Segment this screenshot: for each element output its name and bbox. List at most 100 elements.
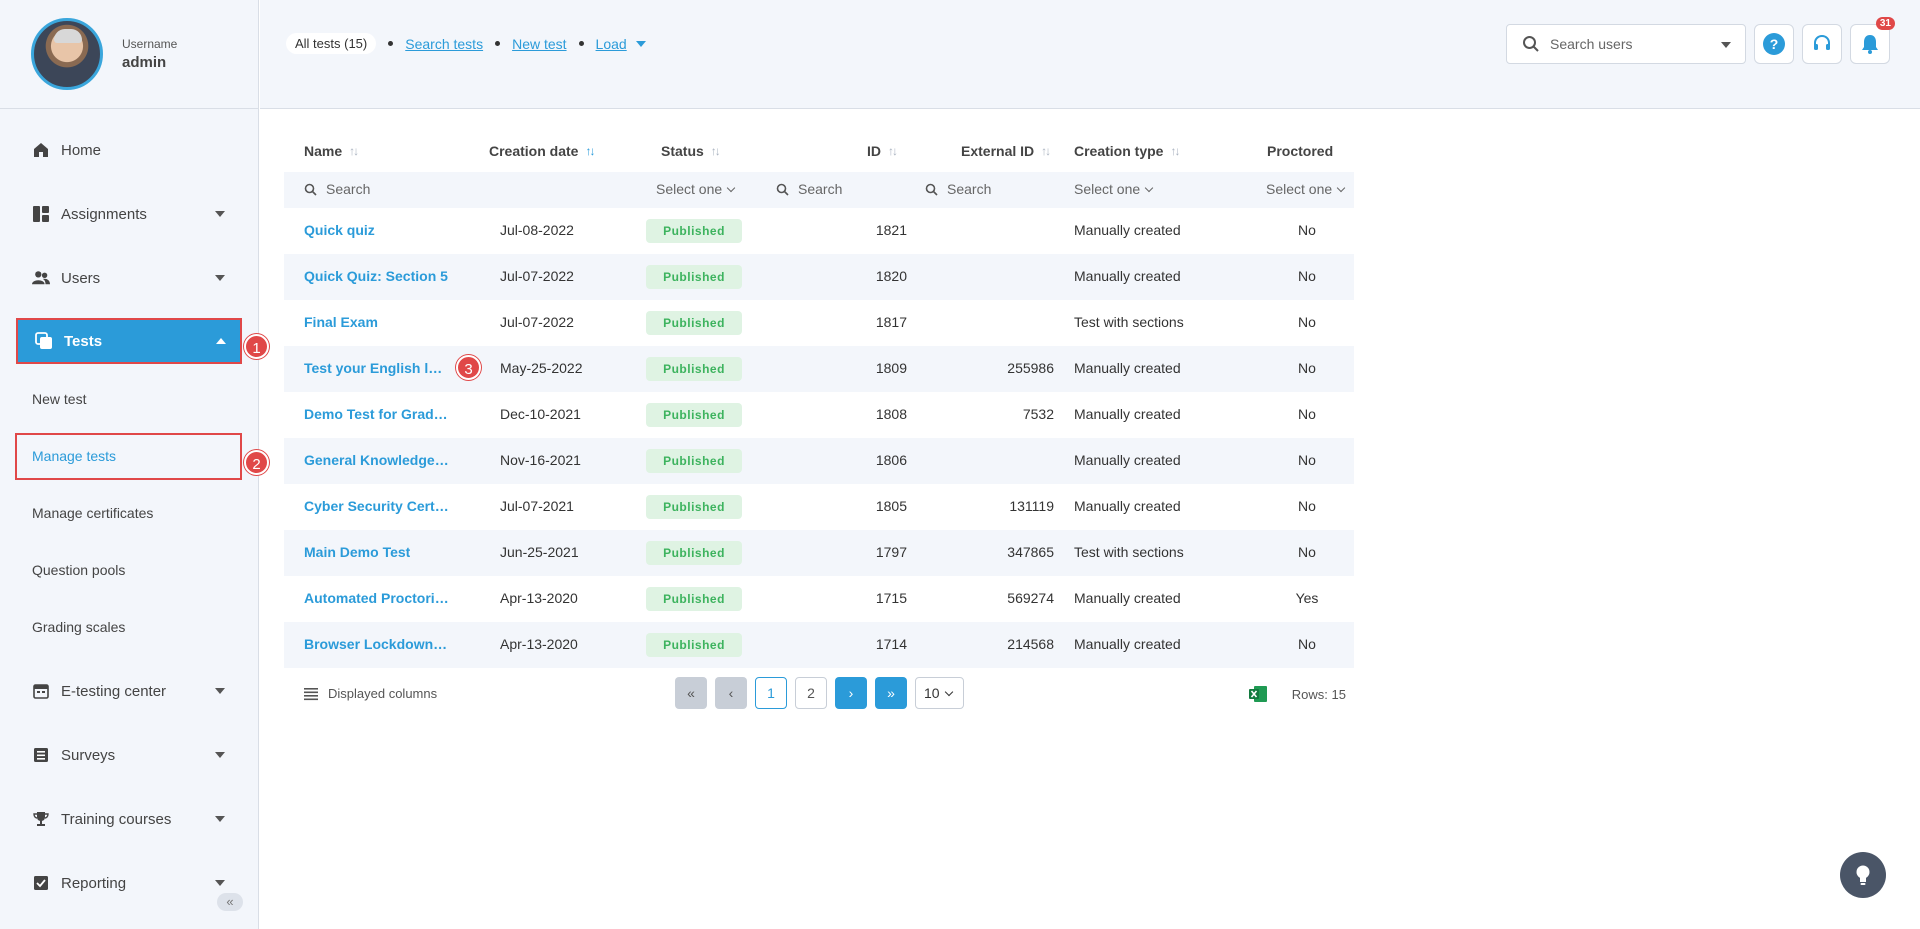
- sidebar-item-label: Training courses: [61, 810, 172, 828]
- separator-dot: [495, 41, 501, 46]
- chevron-down-icon: [215, 752, 225, 758]
- sidebar-item-label: Users: [61, 269, 101, 287]
- external-id-search-field[interactable]: Search: [925, 181, 991, 197]
- tips-button[interactable]: [1840, 852, 1886, 898]
- creation-date-cell: Jul-07-2022: [500, 268, 574, 284]
- creation-date-cell: Jun-25-2021: [500, 544, 579, 560]
- column-header-id[interactable]: ID ↑↓: [867, 143, 898, 159]
- help-button[interactable]: ?: [1754, 24, 1794, 64]
- test-name-link[interactable]: Quick quiz: [304, 222, 375, 238]
- list-icon: [304, 687, 318, 701]
- sidebar-item-training-courses[interactable]: Training courses: [0, 799, 259, 839]
- creation-type-cell: Manually created: [1074, 406, 1181, 422]
- headset-icon: [1812, 34, 1832, 54]
- id-search-field[interactable]: Search: [776, 181, 842, 197]
- column-header-creation-date[interactable]: Creation date ↑↓: [489, 143, 595, 159]
- test-name-link[interactable]: Main Demo Test: [304, 544, 410, 560]
- table-row[interactable]: Demo Test for Grading Dec-10-2021 Publishe…: [284, 392, 1354, 438]
- creation-type-cell: Manually created: [1074, 636, 1181, 652]
- sidebar-sub-grading-scales[interactable]: Grading scales: [32, 619, 125, 635]
- table-row[interactable]: Main Demo Test Jun-25-2021 Published 1797 34…: [284, 530, 1354, 576]
- new-test-link[interactable]: New test: [512, 36, 566, 52]
- table-row[interactable]: Automated Proctorin... Apr-13-2020 Publish…: [284, 576, 1354, 622]
- test-name-link[interactable]: Browser Lockdown D...: [304, 636, 449, 652]
- sidebar-sub-question-pools[interactable]: Question pools: [32, 562, 125, 578]
- test-name-link[interactable]: Quick Quiz: Section 5: [304, 268, 448, 284]
- page-size-select[interactable]: 10: [915, 677, 964, 709]
- sidebar-item-e-testing-center[interactable]: E-testing center: [0, 671, 259, 711]
- table-row[interactable]: Final Exam Jul-07-2022 Published 1817 Test w…: [284, 300, 1354, 346]
- sidebar-item-assignments[interactable]: Assignments: [0, 194, 259, 234]
- sidebar-sub-manage-tests[interactable]: Manage tests: [32, 448, 116, 464]
- name-search-field[interactable]: Search: [304, 181, 370, 197]
- status-badge: Published: [646, 633, 742, 657]
- creation-type-filter-select[interactable]: Select one: [1074, 181, 1154, 197]
- next-page-button[interactable]: ›: [835, 677, 867, 709]
- proctored-filter-select[interactable]: Select one: [1266, 181, 1346, 197]
- creation-date-cell: May-25-2022: [500, 360, 583, 376]
- test-name-link[interactable]: Test your English level: [304, 360, 449, 376]
- sidebar-item-tests[interactable]: Tests: [16, 318, 242, 364]
- survey-icon: [32, 746, 50, 764]
- first-page-button[interactable]: «: [675, 677, 707, 709]
- page-1-button[interactable]: 1: [755, 677, 787, 709]
- prev-page-button[interactable]: ‹: [715, 677, 747, 709]
- displayed-columns-button[interactable]: Displayed columns: [304, 686, 437, 701]
- column-header-status[interactable]: Status ↑↓: [661, 143, 721, 159]
- chevron-down-icon[interactable]: [635, 40, 646, 47]
- load-link[interactable]: Load: [596, 36, 627, 52]
- column-label: ID: [867, 143, 881, 159]
- avatar[interactable]: [31, 18, 103, 90]
- home-icon: [32, 141, 50, 159]
- table-row[interactable]: Browser Lockdown D... Apr-13-2020 Publishe…: [284, 622, 1354, 668]
- column-header-name[interactable]: Name ↑↓: [304, 143, 359, 159]
- notifications-button[interactable]: 31: [1850, 17, 1895, 64]
- external-id-cell: 255986: [1007, 360, 1054, 376]
- support-button[interactable]: [1802, 24, 1842, 64]
- user-info: Username admin: [122, 37, 177, 71]
- sidebar-item-label: Home: [61, 141, 102, 159]
- rows-count: Rows: 15: [1291, 687, 1346, 702]
- chevron-down-icon: [215, 880, 225, 886]
- id-cell: 1809: [875, 360, 907, 376]
- user-search-select[interactable]: Search users: [1506, 24, 1746, 64]
- id-cell: 1805: [875, 498, 907, 514]
- proctored-cell: No: [1298, 268, 1316, 284]
- sidebar-sub-new-test[interactable]: New test: [32, 391, 86, 407]
- separator-dot: [388, 41, 394, 46]
- sidebar-sub-manage-certificates[interactable]: Manage certificates: [32, 505, 153, 521]
- status-filter-select[interactable]: Select one: [656, 181, 736, 197]
- collapse-sidebar-button[interactable]: «: [217, 893, 243, 911]
- test-name-link[interactable]: Automated Proctorin...: [304, 590, 449, 606]
- sidebar-item-surveys[interactable]: Surveys: [0, 735, 259, 775]
- test-name-link[interactable]: Final Exam: [304, 314, 378, 330]
- sort-icon: ↑↓: [349, 144, 359, 158]
- page-2-button[interactable]: 2: [795, 677, 827, 709]
- last-page-button[interactable]: »: [875, 677, 907, 709]
- sidebar-item-home[interactable]: Home: [0, 130, 259, 170]
- table-row[interactable]: Cyber Security Certifi... Jul-07-2021 Publ…: [284, 484, 1354, 530]
- column-header-external-id[interactable]: External ID ↑↓: [961, 143, 1051, 159]
- creation-type-cell: Manually created: [1074, 222, 1181, 238]
- column-header-creation-type[interactable]: Creation type ↑↓: [1074, 143, 1180, 159]
- sidebar-item-users[interactable]: Users: [0, 258, 259, 298]
- sidebar-item-label: Assignments: [61, 205, 147, 223]
- table-row[interactable]: Quick quiz Jul-08-2022 Published 1821 Manual…: [284, 208, 1354, 254]
- test-name-link[interactable]: Demo Test for Grading: [304, 406, 449, 422]
- external-id-cell: 131119: [1009, 498, 1054, 514]
- creation-date-cell: Apr-13-2020: [500, 590, 578, 606]
- external-id-cell: 569274: [1007, 590, 1054, 606]
- topbar: All tests (15) Search tests New test Loa…: [260, 0, 1920, 109]
- chevron-down-icon: [1144, 183, 1154, 192]
- search-tests-link[interactable]: Search tests: [405, 36, 483, 52]
- table-row[interactable]: Test your English level May-25-2022 Publis…: [284, 346, 1354, 392]
- test-name-link[interactable]: Cyber Security Certifi...: [304, 498, 449, 514]
- excel-export-icon[interactable]: [1248, 684, 1268, 704]
- test-name-link[interactable]: General Knowledge T...: [304, 452, 449, 468]
- column-label: External ID: [961, 143, 1035, 159]
- table-row[interactable]: General Knowledge T... Nov-16-2021 Publish…: [284, 438, 1354, 484]
- all-tests-pill[interactable]: All tests (15): [286, 33, 377, 54]
- search-icon: [304, 183, 317, 196]
- creation-date-cell: Jul-07-2022: [500, 314, 574, 330]
- table-row[interactable]: Quick Quiz: Section 5 Jul-07-2022 Publishe…: [284, 254, 1354, 300]
